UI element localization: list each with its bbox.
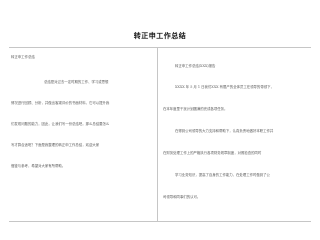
right-line-5: 学习业务知识，提高了自身的工作能力，在处理工作时做到了公 (175, 173, 270, 177)
left-line-2: 情况进行回顾、分析，并做出客观评价的书面材料，它可以提升我 (11, 101, 110, 105)
left-line-3: 们发现问题的能力，因此，让我们写一份总结吧。那么总结要怎么 (11, 122, 110, 126)
content-table-frame (9, 47, 311, 222)
right-line-2: 在本年度里干扰计划圆满的完成各项任务。 (163, 107, 228, 111)
left-line-1: 总结是对过去一定时期的工作、学习或思想 (44, 80, 109, 84)
left-line-5: 借鉴与参考，希望对大家有所帮助。 (11, 164, 66, 168)
right-line-4: 在财务处理工作上的严格执行各项财务规章制度，对照检查的同时 (163, 151, 262, 155)
right-line-6: 司领导和同事们的认可。 (163, 195, 201, 199)
left-line-4: 写才算合适呢？下面是我整理的转正申工作总结，欢迎大家 (11, 143, 100, 147)
column-divider (157, 47, 158, 221)
left-column-heading: 转正申工作总结 (11, 55, 35, 59)
document-page: 转正申工作总结 转正申工作总结 总结是对过去一定时期的工作、学习或思想 情况进行… (0, 0, 320, 226)
right-column-heading: 转正申工作总结(XXX)报告 (175, 64, 216, 68)
right-line-1: XXXX 年 5 月 1 日我们XXX 有限产的全体员工在领导的带领下， (175, 85, 274, 89)
document-title: 转正申工作总结 (133, 32, 187, 40)
right-line-3: 在得到公司领导的大力支持和帮助下，认真负责地做好本职工作并 (175, 129, 274, 133)
